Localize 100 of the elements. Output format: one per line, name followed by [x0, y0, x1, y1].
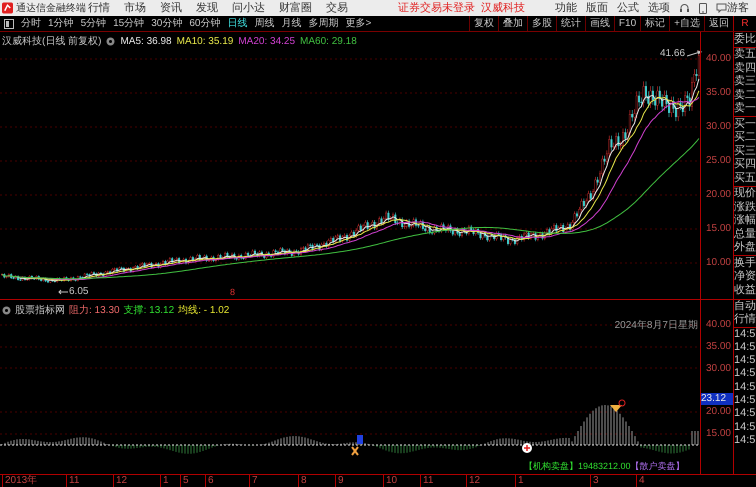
indicator-value: MA10: 35.19	[176, 35, 234, 49]
quote-label: 涨幅	[734, 214, 756, 228]
quote-label: 买四	[734, 158, 756, 172]
user-label[interactable]: 游客	[727, 2, 749, 14]
axis-label: 30.00	[706, 121, 731, 133]
period-tab[interactable]: 60分钟	[189, 16, 220, 31]
indicator-value: 支撑: 13.12	[124, 304, 174, 318]
axis-label: 10.00	[706, 257, 731, 269]
headset-icon[interactable]	[679, 2, 690, 14]
period-tab[interactable]: 多周期	[308, 16, 338, 31]
legend-label: 【散户卖盘】	[630, 460, 685, 472]
panel-toggle-icon[interactable]	[4, 18, 14, 28]
app-logo-icon	[2, 2, 13, 14]
time-axis-label: 6	[205, 475, 214, 487]
corner-label[interactable]: R	[741, 18, 749, 29]
quote-label: 买五	[734, 172, 756, 185]
period-tab[interactable]: 1分钟	[48, 16, 74, 31]
menu-item[interactable]: 发现	[196, 0, 218, 16]
low-price-label: 6.05	[69, 285, 88, 299]
toolbar-button[interactable]: 标记	[640, 16, 670, 31]
side-label: 14:5	[734, 407, 756, 421]
quote-label: 总量	[734, 228, 756, 241]
message-icon[interactable]	[716, 3, 727, 13]
menu-item[interactable]: 选项	[648, 0, 670, 16]
time-axis-label: 11	[66, 475, 80, 487]
menu-item[interactable]: 交易	[326, 0, 348, 16]
time-axis-label: 1	[160, 475, 169, 487]
quote-label: 买三	[734, 144, 756, 158]
quote-label: 买一	[734, 118, 756, 131]
toolbar-button[interactable]: 叠加	[498, 16, 527, 31]
toolbar-button[interactable]: 复权	[468, 16, 498, 31]
time-axis-label: 1	[515, 475, 524, 487]
time-axis-label: 12	[113, 475, 128, 487]
period-tab[interactable]: 5分钟	[80, 16, 106, 31]
toolbar-button[interactable]: 画线	[584, 16, 614, 31]
period-tab[interactable]: 30分钟	[151, 16, 182, 31]
side-label: 14:5	[734, 367, 756, 381]
diamond-marker-icon	[610, 400, 626, 412]
menu-item[interactable]: 行情	[88, 0, 110, 16]
menu-item[interactable]: 市场	[124, 0, 146, 16]
axis-label: 35.00	[706, 340, 732, 353]
menu-item[interactable]: 财富圈	[279, 0, 312, 16]
stock-title: 汉威科技(日线 前复权)	[2, 34, 102, 49]
side-label: 14:5	[734, 394, 756, 408]
gear-icon[interactable]	[106, 37, 116, 46]
axis-label: 35.00	[706, 87, 731, 99]
toolbar-button[interactable]: 统计	[556, 16, 585, 31]
quote-label: 卖三	[734, 75, 756, 88]
high-price-label: 41.66	[660, 47, 686, 61]
quote-label: 外盘	[734, 241, 756, 254]
menu-item[interactable]: 版面	[586, 0, 608, 16]
toolbar-button[interactable]: F10	[614, 16, 640, 31]
pointer-arrow-icon	[58, 288, 68, 294]
event-marker: 8	[230, 286, 236, 299]
quote-label: 现价	[734, 187, 756, 200]
plus-circle-icon	[522, 443, 532, 453]
period-tab[interactable]: 月线	[282, 16, 302, 31]
time-axis-label: 3	[590, 475, 599, 487]
period-tab[interactable]: 分时	[21, 16, 41, 31]
axis-label: 40.00	[706, 53, 731, 65]
quote-label: 卖五	[734, 48, 756, 62]
period-tab[interactable]: 15分钟	[113, 16, 144, 31]
toolbar-button[interactable]: 多股	[526, 16, 556, 31]
axis-label: 40.00	[706, 319, 732, 331]
menu-item[interactable]: 功能	[555, 0, 577, 16]
period-tab[interactable]: 周线	[254, 16, 274, 31]
quote-label: 买二	[734, 131, 756, 144]
app-title: 通达信金融终端	[16, 2, 86, 16]
axis-label: 25.00	[706, 155, 731, 167]
cross-marker-icon	[351, 446, 359, 456]
time-axis-label: 5	[180, 475, 189, 487]
toolbar-button[interactable]: 返回	[704, 16, 733, 31]
menu-item[interactable]: 问小达	[232, 0, 265, 16]
quote-label: 换手	[734, 256, 756, 270]
indicator-value: 阻力: 13.30	[69, 304, 120, 318]
toolbar-button[interactable]: +自选	[669, 16, 704, 31]
stock-link[interactable]: 汉威科技	[481, 0, 525, 16]
side-label: 自动	[734, 300, 756, 313]
side-label: 14:5	[734, 380, 756, 394]
side-label: 14:5	[734, 354, 756, 368]
legend-label: 【机构卖盘】	[524, 460, 578, 472]
period-tab[interactable]: 日线	[228, 16, 248, 31]
menu-item[interactable]: 资讯	[160, 0, 182, 16]
indicator-value: 均线: - 1.02	[178, 304, 230, 318]
phone-icon[interactable]	[699, 2, 707, 14]
side-label: 14:5	[734, 420, 756, 434]
indicator-value: MA5: 36.98	[120, 35, 172, 49]
time-axis-label: 9	[335, 475, 344, 487]
pointer-arrow-icon	[687, 50, 704, 58]
quote-label: 委比	[734, 32, 756, 46]
login-notice: 证券交易未登录	[398, 0, 475, 16]
time-axis-label: 12	[466, 475, 480, 487]
time-axis-label: 7	[249, 475, 258, 487]
time-axis-label: 2013年	[2, 475, 38, 487]
period-tab[interactable]: 更多>	[346, 16, 372, 31]
menu-item[interactable]: 公式	[617, 0, 639, 16]
time-axis-label: 8	[298, 475, 307, 487]
axis-label: 15.00	[706, 223, 731, 235]
gear-icon[interactable]	[2, 306, 11, 315]
side-label: 14:5	[734, 434, 756, 448]
